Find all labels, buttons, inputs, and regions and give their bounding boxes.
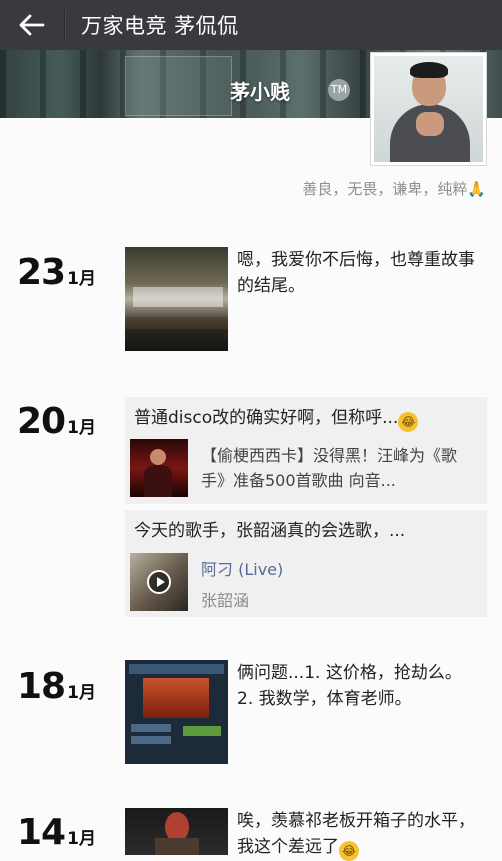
profile-signature: 善良，无畏，谦卑，纯粹🙏 (302, 180, 486, 198)
post-day: 18 (17, 666, 66, 707)
post-image-thumbnail[interactable] (125, 247, 228, 351)
title-divider (64, 10, 65, 40)
profile-nickname: 茅小贱 (230, 80, 290, 104)
song-title: 阿刁 (Live) (201, 560, 284, 579)
laughing-emoji-icon: 😂 (398, 412, 419, 432)
article-title: 【偷梗西西卡】没得黑！汪峰为《歌手》准备500首歌曲 向音... (201, 446, 458, 490)
post-date: 18 1月 (17, 666, 96, 707)
post-day: 20 (17, 401, 66, 442)
title-bar: 万家电竞 茅侃侃 (0, 0, 502, 50)
share-comment: 普通disco改的确实好啊，但称呼... 😂 (134, 403, 480, 432)
shared-article-card[interactable]: 普通disco改的确实好啊，但称呼... 😂 【偷梗西西卡】没得黑！汪峰为《歌手》… (125, 397, 487, 504)
post-text[interactable]: 俩问题...1. 这价格，抢劫么。2. 我数学，体育老师。 (237, 660, 477, 712)
post-day: 23 (17, 252, 66, 293)
laughing-emoji-icon: 😂 (339, 841, 359, 861)
profile-avatar[interactable] (370, 52, 487, 166)
post-month: 1月 (67, 829, 96, 849)
post-month: 1月 (67, 269, 96, 289)
post-month: 1月 (67, 418, 96, 438)
post-text[interactable]: 嗯，我爱你不后悔，也尊重故事的结尾。 (237, 247, 487, 299)
article-thumbnail (130, 439, 188, 497)
post-text[interactable]: 唉，羡慕祁老板开箱子的水平，我这个差远了 😂 (237, 808, 487, 861)
page-title: 万家电竞 茅侃侃 (81, 14, 239, 38)
post-month: 1月 (67, 683, 96, 703)
back-arrow-icon (19, 14, 45, 36)
play-icon[interactable] (147, 570, 171, 594)
shared-music-card[interactable]: 今天的歌手，张韶涵真的会选歌，... 阿刁 (Live) 张韶涵 (125, 510, 487, 617)
post-date: 14 1月 (17, 812, 96, 853)
post-date: 20 1月 (17, 401, 96, 442)
post-day: 14 (17, 812, 66, 853)
post-image-thumbnail[interactable] (125, 808, 228, 855)
music-cover-thumbnail (130, 553, 188, 611)
share-comment: 今天的歌手，张韶涵真的会选歌，... (134, 521, 406, 541)
post-image-thumbnail[interactable] (125, 660, 228, 764)
back-button[interactable] (0, 0, 64, 50)
song-artist: 张韶涵 (201, 591, 250, 610)
post-date: 23 1月 (17, 252, 96, 293)
nickname-badge-icon: TM (328, 79, 350, 101)
